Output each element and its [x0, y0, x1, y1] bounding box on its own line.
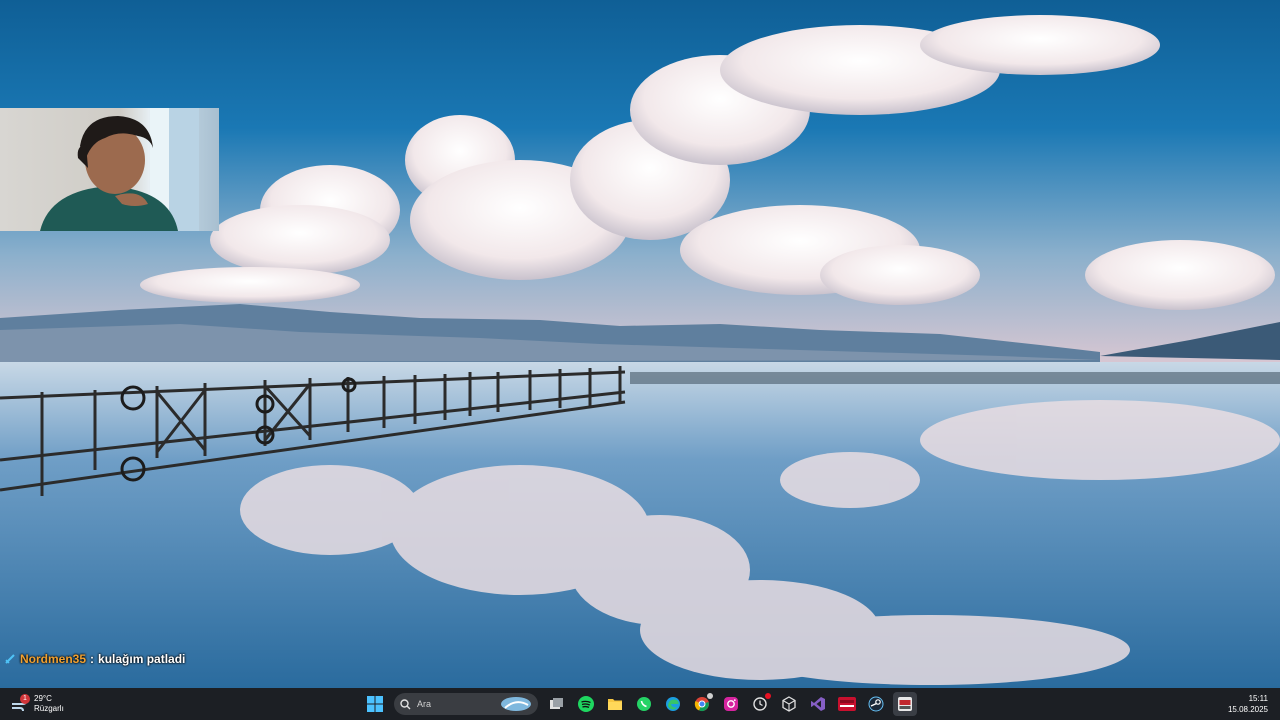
wind-icon: 1	[10, 694, 30, 714]
steam-icon	[868, 696, 884, 712]
webcam-person-image	[40, 108, 199, 231]
chat-message: Nordmen35 : kulağım patladi	[4, 651, 185, 667]
search-highlight-icon	[501, 697, 531, 711]
taskbar-apps: Ara	[363, 690, 917, 718]
notification-badge	[765, 693, 771, 699]
task-view-icon	[550, 698, 563, 709]
folder-icon	[608, 699, 622, 710]
edge-button[interactable]	[661, 692, 685, 716]
task-view-button[interactable]	[545, 692, 569, 716]
edge-icon	[666, 697, 680, 711]
weather-widget[interactable]: 1 29°C Rüzgarlı	[10, 693, 64, 715]
weather-condition: Rüzgarlı	[34, 704, 64, 713]
obs-studio-button[interactable]	[893, 692, 917, 716]
whatsapp-icon	[637, 697, 651, 711]
webcam-overlay	[0, 108, 219, 231]
desktop-wallpaper	[0, 0, 1280, 688]
unity-button[interactable]	[777, 692, 801, 716]
chrome-button[interactable]	[690, 692, 714, 716]
clock-date: 15.08.2025	[1227, 705, 1268, 714]
obs-studio-icon	[898, 697, 912, 711]
spotify-icon	[578, 696, 594, 712]
chrome-profile-badge	[707, 693, 713, 699]
sword-icon	[5, 654, 15, 664]
steam-button[interactable]	[864, 692, 888, 716]
visual-studio-button[interactable]	[806, 692, 830, 716]
unity-icon	[782, 696, 796, 712]
sound-mixer-icon	[838, 697, 856, 711]
visual-studio-icon	[811, 697, 825, 711]
start-button[interactable]	[363, 692, 387, 716]
chat-username: Nordmen35	[20, 652, 87, 666]
chat-separator: :	[90, 652, 95, 666]
chat-text: kulağım patladi	[98, 652, 186, 666]
weather-temperature: 29°C	[34, 694, 52, 703]
instagram-icon	[724, 697, 738, 711]
whatsapp-button[interactable]	[632, 692, 656, 716]
weather-alert-badge: 1	[20, 694, 30, 704]
search-placeholder: Ara	[417, 699, 432, 709]
clock-time: 15:11	[1248, 694, 1268, 703]
windows-icon	[367, 696, 383, 712]
taskbar-search[interactable]: Ara	[394, 693, 538, 715]
sound-mixer-button[interactable]	[835, 692, 859, 716]
instagram-button[interactable]	[719, 692, 743, 716]
system-clock[interactable]: 15:11 15.08.2025	[1228, 693, 1268, 715]
clock-app-button[interactable]	[748, 692, 772, 716]
file-explorer-button[interactable]	[603, 692, 627, 716]
search-icon	[400, 698, 411, 709]
spotify-button[interactable]	[574, 692, 598, 716]
